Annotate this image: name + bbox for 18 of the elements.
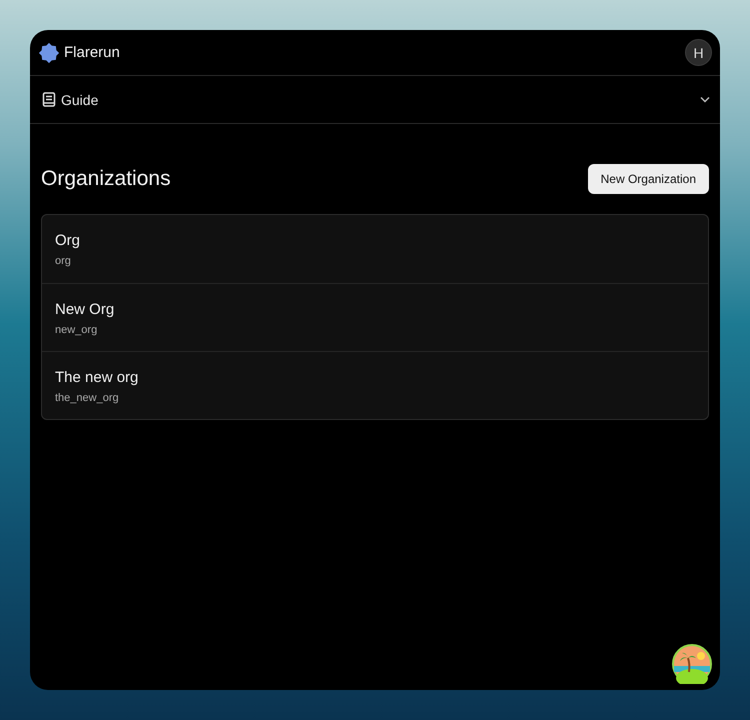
logo-icon [38, 42, 60, 64]
new-organization-button[interactable]: New Organization [588, 164, 709, 194]
organization-slug: org [55, 255, 71, 267]
organization-name: Org [55, 232, 80, 249]
guide-label: Guide [61, 92, 98, 108]
organization-name: New Org [55, 301, 114, 318]
organization-slug: new_org [55, 324, 98, 336]
app-name: Flarerun [64, 44, 120, 61]
organization-item[interactable]: Org org [42, 215, 708, 283]
page-title: Organizations [41, 167, 171, 191]
book-icon [42, 92, 56, 107]
organization-item[interactable]: New Org new_org [42, 283, 708, 351]
organization-name: The new org [55, 369, 138, 386]
avatar-button[interactable]: H [685, 39, 712, 66]
island-icon[interactable] [672, 644, 712, 684]
guide-row[interactable]: Guide [30, 76, 720, 124]
organization-item[interactable]: The new org the_new_org [42, 351, 708, 419]
organization-slug: the_new_org [55, 392, 119, 404]
